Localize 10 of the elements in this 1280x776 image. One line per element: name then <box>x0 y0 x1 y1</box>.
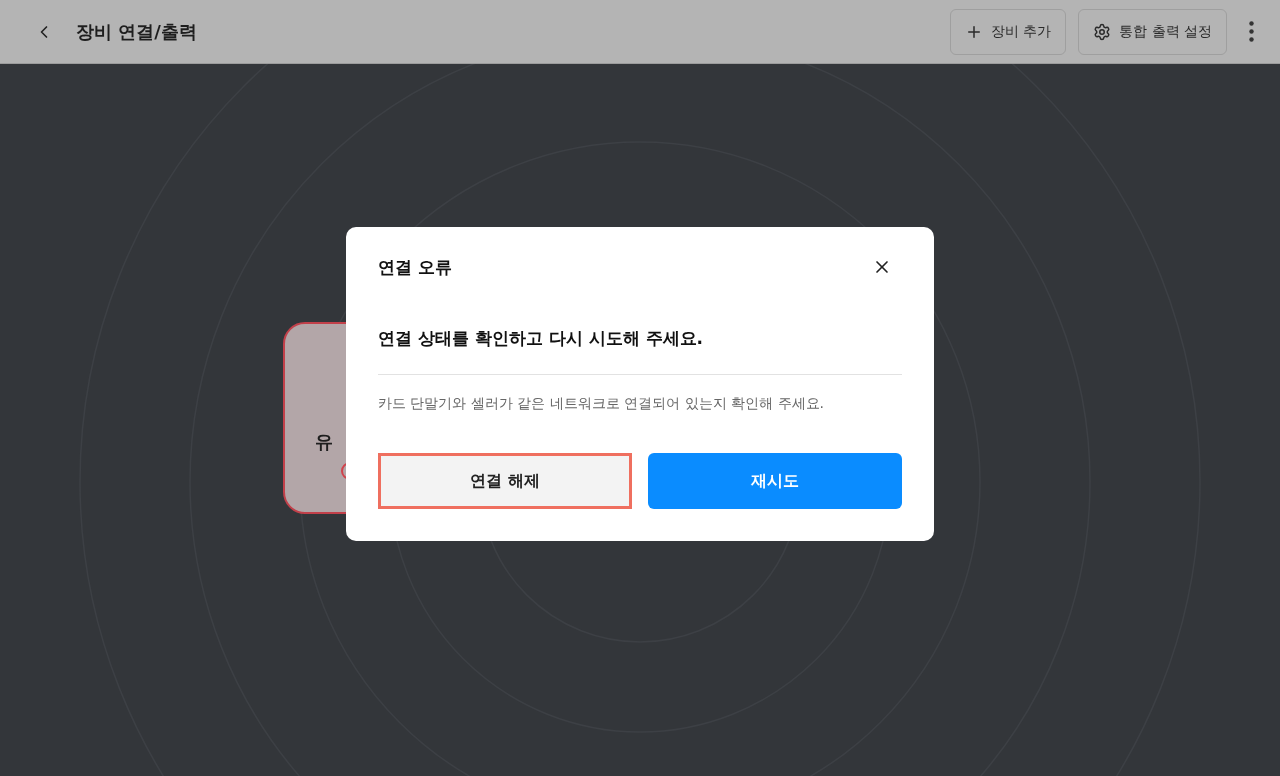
add-device-button[interactable]: 장비 추가 <box>949 8 1067 55</box>
device-label: 유 <box>315 430 333 454</box>
settings-icon <box>1093 22 1112 41</box>
more-icon <box>1249 21 1254 42</box>
output-settings-button[interactable]: 통합 출력 설정 <box>1078 8 1227 55</box>
dialog-detail: 카드 단말기와 셀러가 같은 네트워크로 연결되어 있는지 확인해 주세요. <box>378 395 826 413</box>
page-title: 장비 연결/출력 <box>76 19 198 44</box>
dialog-message: 연결 상태를 확인하고 다시 시도해 주세요. <box>378 327 705 350</box>
disconnect-button[interactable]: 연결 해제 <box>378 453 632 509</box>
dialog-title: 연결 오류 <box>378 255 452 279</box>
